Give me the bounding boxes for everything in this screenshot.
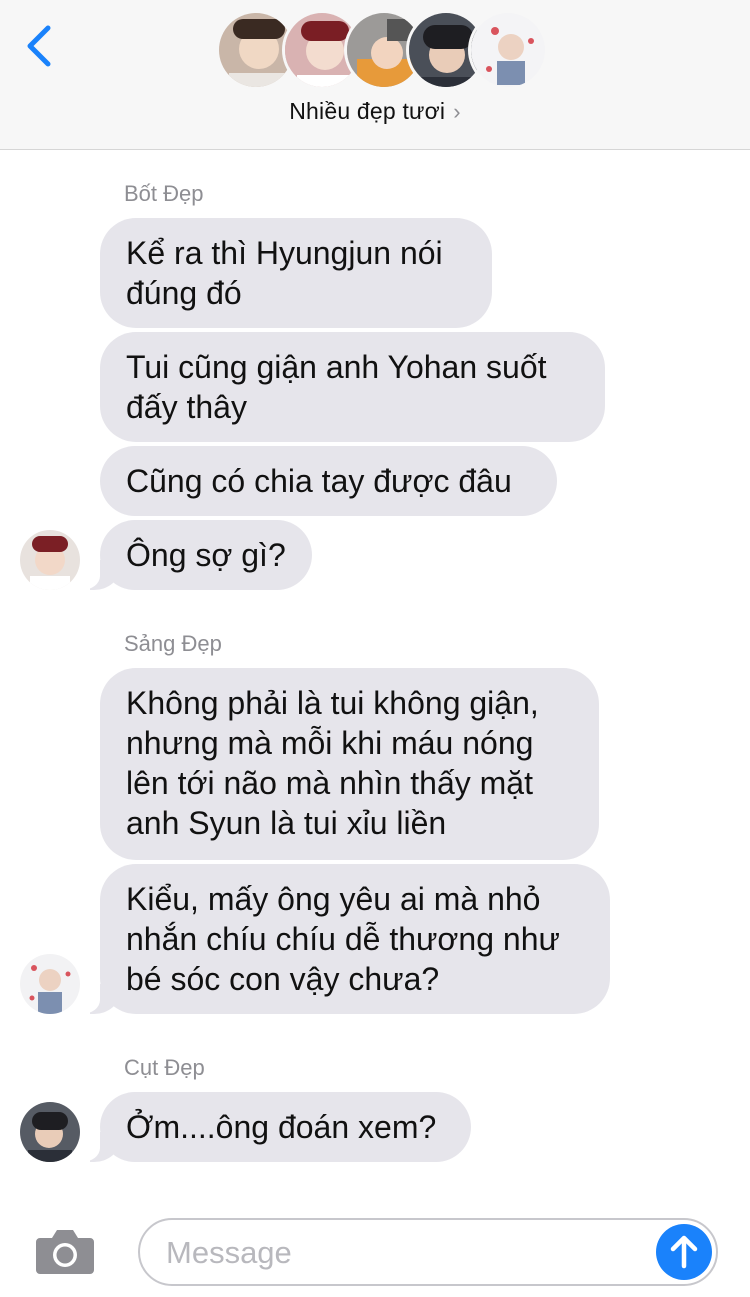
sender-name: Cụt Đẹp [124, 1055, 205, 1080]
arrow-up-icon [670, 1235, 698, 1269]
back-button[interactable] [18, 20, 62, 70]
message-bubble[interactable]: Cũng có chia tay được đâu [100, 446, 557, 516]
message-text: Ông sợ gì? [126, 537, 286, 573]
message-bubble[interactable]: Kiểu, mấy ông yêu ai mà nhỏ nhắn chíu ch… [78, 864, 610, 1014]
message-bubble[interactable]: Không phải là tui không giận, nhưng mà m… [100, 668, 599, 860]
avatar [468, 10, 548, 90]
message-text: Cũng có chia tay được đâu [126, 463, 512, 499]
message-text: Không phải là tui không giận, nhưng mà m… [126, 685, 539, 841]
message-text: Ởm....ông đoán xem? [126, 1109, 437, 1145]
chevron-right-icon: › [453, 99, 461, 124]
chevron-left-icon [27, 25, 51, 67]
group-name-button[interactable]: Nhiều đẹp tươi › [0, 98, 750, 125]
camera-button[interactable] [34, 1226, 96, 1276]
message-bubble[interactable]: Kể ra thì Hyungjun nói đúng đó [100, 218, 492, 328]
avatar[interactable] [20, 530, 80, 590]
message-text: Tui cũng giận anh Yohan suốt đấy thây [126, 349, 547, 425]
group-avatars[interactable] [216, 10, 548, 92]
message-text: Kể ra thì Hyungjun nói đúng đó [126, 235, 443, 311]
message-input[interactable] [166, 1232, 636, 1274]
message-composer[interactable] [138, 1218, 718, 1286]
avatar[interactable] [20, 1102, 80, 1162]
message-bubble[interactable]: Ông sợ gì? [78, 520, 312, 590]
avatar[interactable] [20, 954, 80, 1014]
group-name: Nhiều đẹp tươi [289, 98, 446, 124]
message-bubble[interactable]: Tui cũng giận anh Yohan suốt đấy thây [100, 332, 605, 442]
conversation-header: Nhiều đẹp tươi › [0, 0, 750, 150]
message-bubble[interactable]: Ởm....ông đoán xem? [78, 1092, 471, 1162]
message-text: Kiểu, mấy ông yêu ai mà nhỏ nhắn chíu ch… [126, 881, 560, 997]
camera-icon [36, 1230, 94, 1274]
sender-name: Bốt Đẹp [124, 181, 204, 206]
send-button[interactable] [656, 1224, 712, 1280]
sender-name: Sảng Đẹp [124, 631, 222, 656]
